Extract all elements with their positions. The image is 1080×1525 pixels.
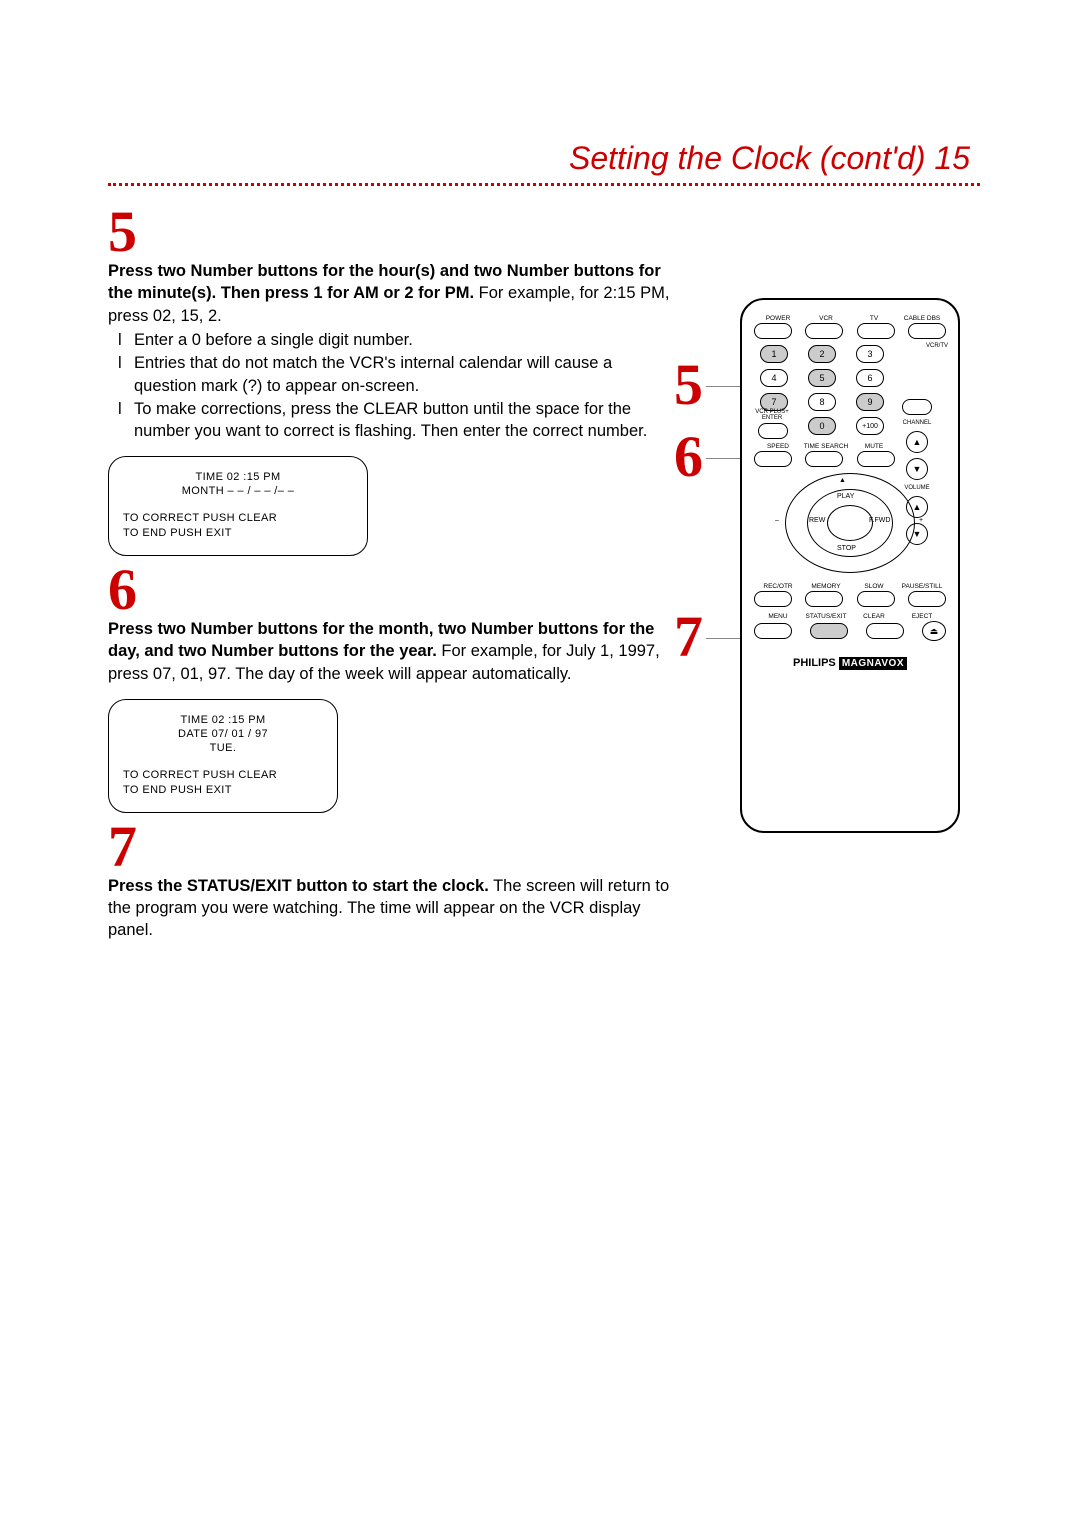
row5-labels: REC/OTR MEMORY SLOW PAUSE/STILL	[754, 583, 946, 590]
menu-button[interactable]	[754, 623, 792, 639]
lbl-cable: CABLE DBS	[898, 315, 946, 322]
brand-philips: PHILIPS	[793, 657, 836, 669]
lbl-memory: MEMORY	[802, 583, 850, 590]
lbl-plus: +	[919, 517, 923, 524]
osd2-line2: DATE 07/ 01 / 97	[123, 728, 323, 740]
transport-dpad: ▲ PLAY STOP REW F.FWD – +	[785, 473, 915, 573]
lbl-tv: TV	[850, 315, 898, 322]
power-button[interactable]	[754, 323, 792, 339]
callout-5: 5	[674, 356, 703, 414]
title-underline	[108, 183, 980, 186]
brand-magnavox: MAGNAVOX	[839, 657, 907, 670]
lbl-recotr: REC/OTR	[754, 583, 802, 590]
lbl-vcr: VCR	[802, 315, 850, 322]
osd2-correct: TO CORRECT PUSH CLEAR	[123, 768, 323, 783]
osd1-line2: MONTH – – / – – /– –	[123, 485, 353, 497]
number-grid: 1 2 3 4 5 6 7 8 9 0 +100	[760, 345, 888, 435]
step-7-text: Press the STATUS/EXIT button to start th…	[108, 875, 670, 942]
num-0[interactable]: 0	[808, 417, 836, 435]
speed-button[interactable]	[754, 451, 792, 467]
lbl-stop: STOP	[837, 545, 856, 552]
row6-buttons: ⏏	[754, 621, 946, 641]
step-7-bold: Press the STATUS/EXIT button to start th…	[108, 877, 489, 895]
step-7-number: 7	[108, 821, 670, 873]
lbl-pause: PAUSE/STILL	[898, 583, 946, 590]
recotr-button[interactable]	[754, 591, 792, 607]
num-2[interactable]: 2	[808, 345, 836, 363]
lbl-channel: CHANNEL	[903, 420, 932, 426]
num-6[interactable]: 6	[856, 369, 884, 387]
osd1-line1: TIME 02 :15 PM	[123, 471, 353, 483]
osd1-end: TO END PUSH EXIT	[123, 526, 353, 541]
remote-diagram: 5 6 7 POWER VCR TV CABLE DBS	[700, 298, 980, 858]
num-4[interactable]: 4	[760, 369, 788, 387]
lbl-slow: SLOW	[850, 583, 898, 590]
osd-box-2: TIME 02 :15 PM DATE 07/ 01 / 97 TUE. TO …	[108, 699, 338, 813]
osd2-line3: TUE.	[123, 742, 323, 754]
pause-button[interactable]	[908, 591, 946, 607]
lbl-vcrplus: VCR PLUS+ ENTER	[754, 409, 790, 421]
tv-button[interactable]	[857, 323, 895, 339]
step-5-bullet-3: To make corrections, press the CLEAR but…	[122, 398, 670, 443]
right-column: 5 6 7 POWER VCR TV CABLE DBS	[700, 198, 980, 942]
status-exit-button[interactable]	[810, 623, 848, 639]
num-9[interactable]: 9	[856, 393, 884, 411]
step-6-text: Press two Number buttons for the month, …	[108, 618, 670, 685]
lbl-menu: MENU	[754, 613, 802, 620]
step-6-number: 6	[108, 564, 670, 616]
remote-brand: PHILIPS MAGNAVOX	[754, 657, 946, 669]
step-5-bullets: Enter a 0 before a single digit number. …	[108, 329, 670, 442]
step-5-text: Press two Number buttons for the hour(s)…	[108, 260, 670, 327]
lbl-mute: MUTE	[850, 443, 898, 450]
cable-button[interactable]	[908, 323, 946, 339]
num-5[interactable]: 5	[808, 369, 836, 387]
vcr-button[interactable]	[805, 323, 843, 339]
slow-button[interactable]	[857, 591, 895, 607]
lbl-vcrtv: VCR/TV	[926, 343, 948, 349]
dpad-inner[interactable]	[827, 505, 873, 541]
lbl-rew: REW	[809, 517, 825, 524]
left-column: 5 Press two Number buttons for the hour(…	[108, 198, 670, 942]
content-columns: 5 Press two Number buttons for the hour(…	[108, 198, 980, 942]
lbl-power: POWER	[754, 315, 802, 322]
remote-body: POWER VCR TV CABLE DBS VCR/TV 1 2	[740, 298, 960, 833]
row6-labels: MENU STATUS/EXIT CLEAR EJECT	[754, 613, 946, 620]
dpad-up-icon: ▲	[839, 477, 846, 484]
osd-box-1: TIME 02 :15 PM MONTH – – / – – /– – TO C…	[108, 456, 368, 556]
osd1-correct: TO CORRECT PUSH CLEAR	[123, 511, 353, 526]
memory-button[interactable]	[805, 591, 843, 607]
vcrtv-button[interactable]	[902, 399, 932, 415]
mute-button[interactable]	[857, 451, 895, 467]
timesearch-button[interactable]	[805, 451, 843, 467]
num-1[interactable]: 1	[760, 345, 788, 363]
lbl-play: PLAY	[837, 493, 854, 500]
num-plus100[interactable]: +100	[856, 417, 884, 435]
vcrplus-button[interactable]	[758, 423, 788, 439]
callout-6: 6	[674, 428, 703, 486]
clear-button[interactable]	[866, 623, 904, 639]
lbl-timesearch: TIME SEARCH	[802, 443, 850, 450]
row5-buttons	[754, 591, 946, 607]
osd2-line1: TIME 02 :15 PM	[123, 714, 323, 726]
top-button-row	[754, 323, 946, 339]
lbl-speed: SPEED	[754, 443, 802, 450]
lbl-minus: –	[775, 517, 779, 524]
lbl-eject: EJECT	[898, 613, 946, 620]
page-title: Setting the Clock (cont'd) 15	[108, 140, 980, 177]
channel-up[interactable]: ▲	[906, 431, 928, 453]
step-5-number: 5	[108, 206, 670, 258]
num-8[interactable]: 8	[808, 393, 836, 411]
step-5-bullet-1: Enter a 0 before a single digit number.	[122, 329, 670, 351]
callout-7: 7	[674, 608, 703, 666]
osd2-end: TO END PUSH EXIT	[123, 783, 323, 798]
top-label-row: POWER VCR TV CABLE DBS	[754, 315, 946, 322]
lbl-clear: CLEAR	[850, 613, 898, 620]
step-5-bullet-2: Entries that do not match the VCR's inte…	[122, 352, 670, 397]
eject-button[interactable]: ⏏	[922, 621, 946, 641]
lbl-ffwd: F.FWD	[869, 517, 890, 524]
num-3[interactable]: 3	[856, 345, 884, 363]
lbl-status: STATUS/EXIT	[802, 613, 850, 620]
